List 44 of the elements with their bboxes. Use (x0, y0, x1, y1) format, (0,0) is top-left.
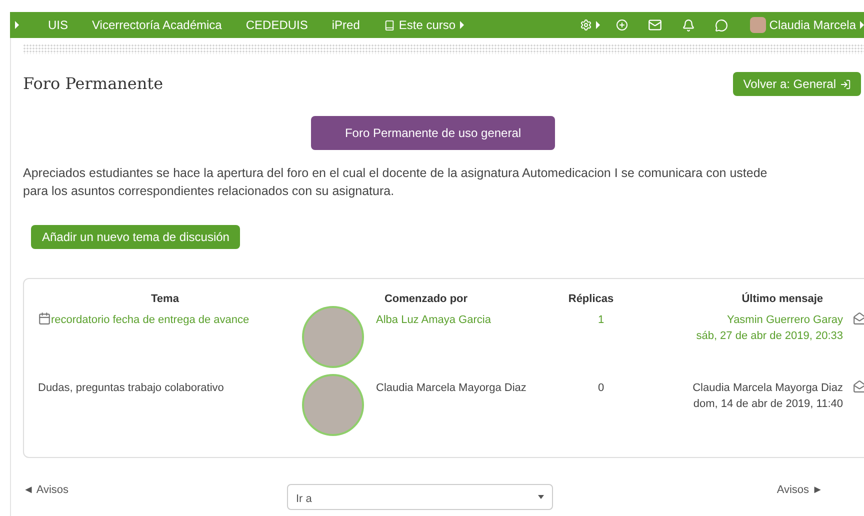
last-author-link[interactable]: Yasmin Guerrero Garay (727, 312, 843, 328)
user-menu[interactable]: Claudia Marcela (769, 16, 864, 34)
back-button[interactable]: Volver a: General (733, 72, 861, 96)
replies-count: 1 (596, 312, 606, 328)
bell-icon[interactable] (682, 18, 696, 32)
book-icon (384, 20, 395, 30)
prev-link[interactable]: ◄ Avisos (23, 482, 287, 498)
chat-icon[interactable] (715, 18, 728, 32)
nav-link[interactable]: iPred (332, 16, 360, 34)
author-link[interactable]: Claudia Marcela Mayorga Diaz (376, 380, 556, 444)
replies-count: 0 (596, 380, 606, 396)
enter-icon (840, 78, 851, 90)
dropdown-arrow-icon (538, 495, 544, 499)
add-topic-button[interactable]: Añadir un nuevo tema de discusión (31, 225, 240, 249)
caret-icon (460, 21, 464, 29)
topic-link[interactable]: recordatorio fecha de entrega de avance (51, 312, 250, 328)
forum-button[interactable]: Foro Permanente de uso general (311, 116, 555, 150)
nav-link[interactable]: CEDEDUIS (246, 16, 308, 34)
column-header: Tema (150, 292, 180, 307)
caret-icon (596, 21, 600, 29)
nav-link[interactable]: Vicerrectoría Académica (92, 16, 222, 34)
forum-description: Apreciados estudiantes se hace la apertura del foro en el cual el docente de la asignatura Automedicacion I se comunicara con ustede para los asuntos correspondientes relacionados con su asignatura. (23, 165, 768, 200)
last-author-link[interactable]: Claudia Marcela Mayorga Diaz (692, 380, 843, 396)
envelope-icon[interactable] (853, 312, 864, 324)
last-date: sáb, 27 de abr de 2019, 20:33 (696, 328, 843, 344)
plus-circle-icon[interactable] (616, 19, 628, 31)
envelope-icon[interactable] (853, 380, 864, 392)
column-header: Último mensaje (740, 291, 823, 307)
page-title: Foro Permanente (23, 73, 164, 95)
settings-icon[interactable] (580, 19, 592, 31)
caret-icon (860, 21, 864, 29)
nav-link[interactable]: UIS (48, 16, 68, 34)
avatar-placeholder (750, 17, 766, 33)
mail-icon[interactable] (648, 18, 662, 32)
topic-link[interactable]: Dudas, preguntas trabajo colaborativo (38, 380, 224, 396)
column-header: Réplicas (567, 292, 615, 307)
column-header: Comenzado por (383, 292, 469, 307)
nav-link[interactable]: Este curso (384, 16, 464, 34)
jump-select[interactable]: Ir a (287, 484, 553, 510)
caret-icon (15, 21, 19, 29)
last-date: dom, 14 de abr de 2019, 11:40 (693, 396, 843, 412)
author-link[interactable]: Alba Luz Amaya Garcia (376, 312, 556, 376)
next-link[interactable]: Avisos ► (776, 482, 823, 498)
calendar-icon (38, 312, 51, 324)
